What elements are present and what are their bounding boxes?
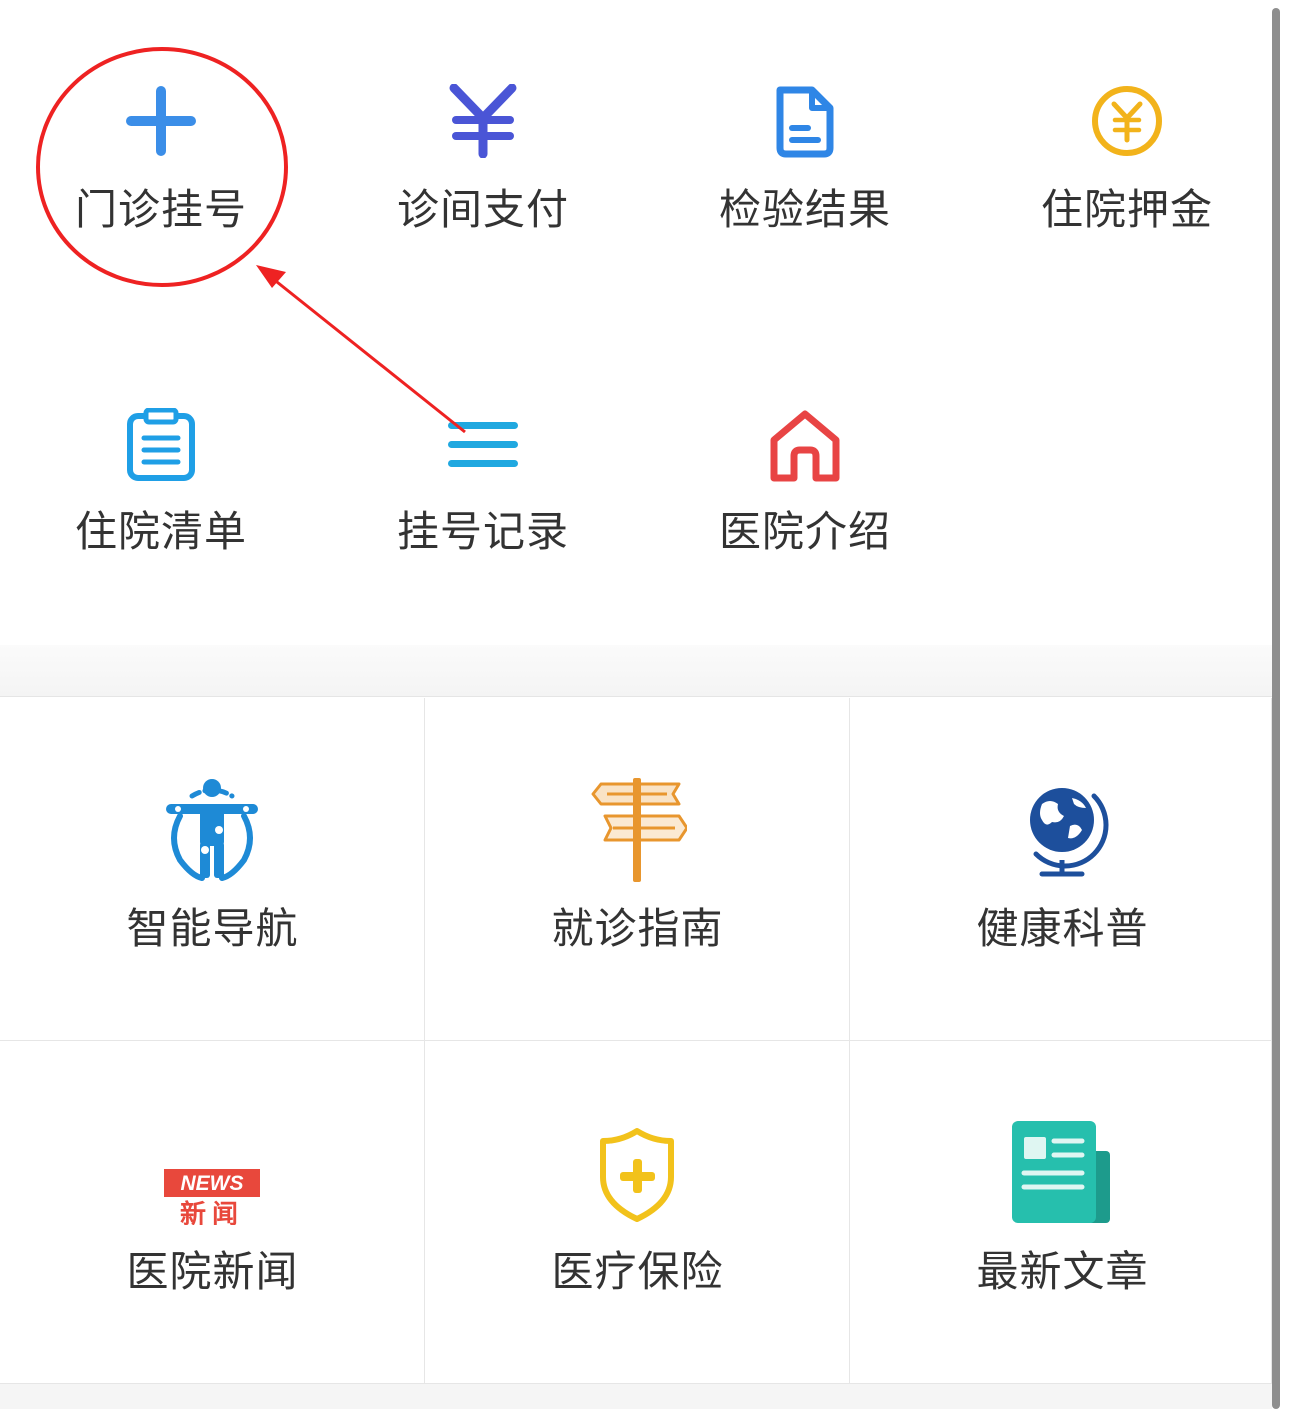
grid-item-smart-navigation[interactable]: 智能导航 [0,698,425,1041]
menu-item-test-results[interactable]: 检验结果 [644,0,966,270]
menu-item-label: 门诊挂号 [74,185,247,234]
news-badge-subtext: 新闻 [180,1199,244,1225]
yuan-coin-icon [1092,86,1162,156]
news-badge-text: NEWS [181,1172,244,1195]
menu-item-outpatient-registration[interactable]: 门诊挂号 [0,0,322,270]
vertical-scrollbar[interactable] [1272,8,1280,1409]
grid-item-label: 就诊指南 [551,904,724,953]
section-divider [0,645,1272,697]
menu-item-label: 检验结果 [718,185,891,234]
globe-icon [1030,788,1109,877]
grid-item-label: 健康科普 [976,904,1149,953]
service-grid: 智能导航 就诊指南 健康科普 NEWS 新闻 医院新闻 医疗保险 最新文章 [0,698,1272,1384]
menu-item-registration-records[interactable]: 挂号记录 [322,380,644,580]
grid-item-label: 最新文章 [976,1247,1149,1296]
grid-item-visit-guide[interactable]: 就诊指南 [425,698,850,1041]
grid-item-hospital-news[interactable]: NEWS 新闻 医院新闻 [0,1041,425,1384]
grid-item-label: 智能导航 [126,904,299,953]
grid-item-label: 医院新闻 [126,1247,299,1296]
menu-item-label: 挂号记录 [396,507,569,556]
document-icon [776,86,834,158]
menu-item-inpatient-bill[interactable]: 住院清单 [0,380,322,580]
clipboard-icon [127,408,195,481]
menu-lines-icon [448,422,518,467]
grid-item-medical-insurance[interactable]: 医疗保险 [425,1041,850,1384]
body-navigation-icon [166,779,258,881]
menu-item-label: 诊间支付 [396,185,569,234]
newspaper-icon [1012,1121,1110,1223]
quick-menu: 门诊挂号 诊间支付 检验结果 住院押金 住院清单 挂号记录 医院介绍 [0,0,1272,645]
menu-item-clinic-payment[interactable]: 诊间支付 [322,0,644,270]
menu-item-hospital-introduction[interactable]: 医院介绍 [644,380,966,580]
menu-item-label: 住院清单 [74,507,247,556]
yuan-icon [449,84,517,158]
menu-item-hospital-deposit[interactable]: 住院押金 [966,0,1288,270]
shield-plus-icon [600,1128,674,1222]
menu-item-label: 住院押金 [1040,185,1213,234]
home-icon [770,410,840,482]
plus-icon [126,86,196,156]
grid-item-health-education[interactable]: 健康科普 [850,698,1272,1041]
signpost-icon [591,778,687,882]
grid-item-latest-articles[interactable]: 最新文章 [850,1041,1272,1384]
grid-item-label: 医疗保险 [551,1247,724,1296]
menu-item-label: 医院介绍 [718,507,891,556]
bottom-divider [0,1384,1272,1409]
news-icon: NEWS 新闻 [164,1169,260,1225]
